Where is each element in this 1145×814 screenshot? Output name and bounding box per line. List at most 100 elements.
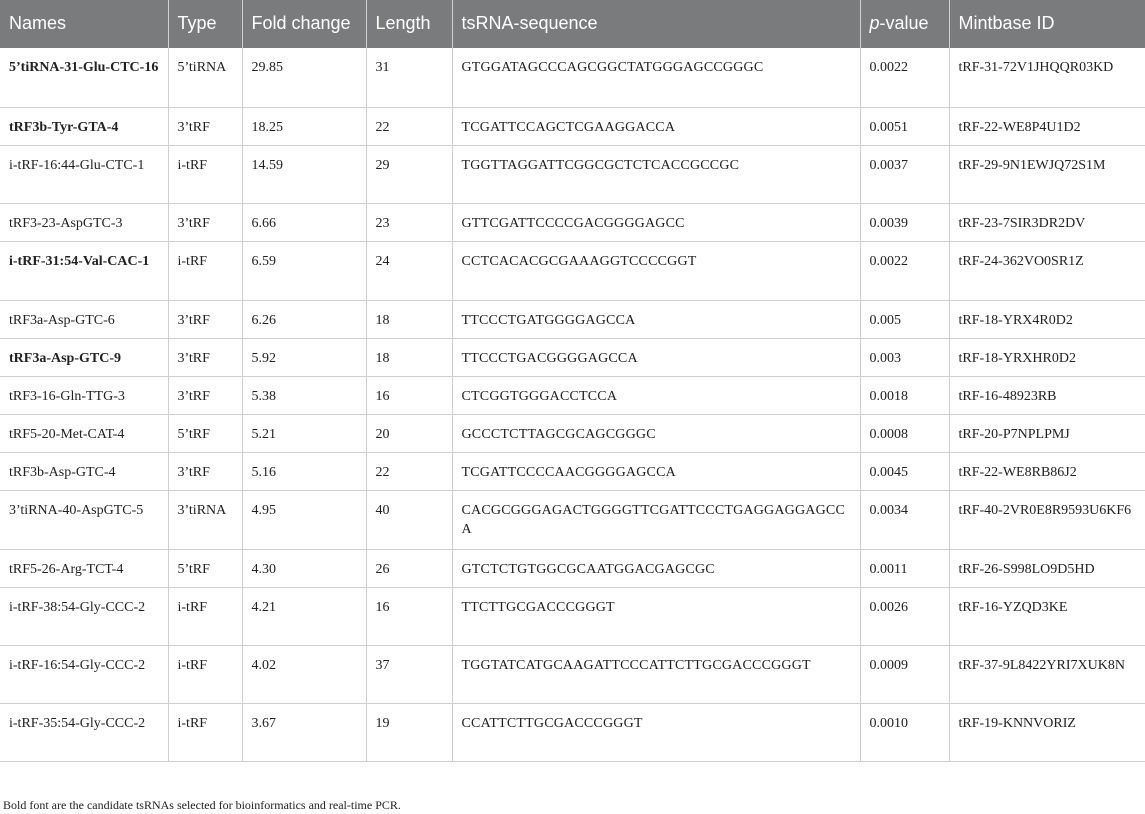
cell-p-value: 0.0018 xyxy=(860,376,950,415)
cell-length: 26 xyxy=(366,549,453,588)
cell-length: 16 xyxy=(366,376,453,415)
cell-type: 5’tiRNA xyxy=(168,48,243,108)
cell-fold-change: 4.30 xyxy=(242,549,367,588)
cell-p-value: 0.0010 xyxy=(860,703,950,762)
cell-p-value: 0.0034 xyxy=(860,490,950,550)
table-row: i-tRF-16:44-Glu-CTC-1 i-tRF 14.59 29 TGGTTAG… xyxy=(0,145,1145,204)
cell-fold-change: 4.95 xyxy=(242,490,367,550)
header-names: Names xyxy=(0,0,169,48)
header-p-value: p-value xyxy=(860,0,950,48)
cell-name: tRF3-23-AspGTC-3 xyxy=(0,203,169,242)
table-row: 3’tiRNA-40-AspGTC-5 3’tiRNA 4.95 40 CACGCGGG… xyxy=(0,490,1145,550)
cell-p-value: 0.003 xyxy=(860,338,950,377)
cell-length: 18 xyxy=(366,300,453,339)
cell-type: 3’tRF xyxy=(168,376,243,415)
cell-type: i-tRF xyxy=(168,145,243,204)
cell-fold-change: 14.59 xyxy=(242,145,367,204)
cell-name: tRF3b-Asp-GTC-4 xyxy=(0,452,169,491)
cell-sequence: TCGATTCCCCAACGGGGAGCCA xyxy=(452,452,861,491)
cell-length: 18 xyxy=(366,338,453,377)
table-row: tRF5-20-Met-CAT-4 5’tRF 5.21 20 GCCCTCTTAGCG… xyxy=(0,414,1145,453)
cell-fold-change: 5.21 xyxy=(242,414,367,453)
cell-name: 5’tiRNA-31-Glu-CTC-16 xyxy=(0,48,169,108)
header-fold-change: Fold change xyxy=(242,0,367,48)
cell-sequence: CCTCACACGCGAAAGGTCCCCGGT xyxy=(452,241,861,301)
table-row: tRF3a-Asp-GTC-9 3’tRF 5.92 18 TTCCCTGACGGGGA… xyxy=(0,338,1145,377)
cell-sequence: TGGTTAGGATTCGGCGCTCTCACCGCCGC xyxy=(452,145,861,204)
cell-p-value: 0.0045 xyxy=(860,452,950,491)
cell-sequence: TTCCCTGATGGGGAGCCA xyxy=(452,300,861,339)
table-row: tRF3a-Asp-GTC-6 3’tRF 6.26 18 TTCCCTGATGGGGA… xyxy=(0,300,1145,339)
cell-name: tRF3a-Asp-GTC-6 xyxy=(0,300,169,339)
table-row: tRF3b-Tyr-GTA-4 3’tRF 18.25 22 TCGATTCCAGCTC… xyxy=(0,107,1145,146)
table-row: i-tRF-16:54-Gly-CCC-2 i-tRF 4.02 37 TGGTATCA… xyxy=(0,645,1145,704)
cell-sequence: CCATTCTTGCGACCCGGGT xyxy=(452,703,861,762)
table-row: i-tRF-31:54-Val-CAC-1 i-tRF 6.59 24 CCTCACAC… xyxy=(0,241,1145,301)
tsrna-table: Names Type Fold change Length tsRNA-sequ… xyxy=(0,0,1145,762)
header-mintbase-id: Mintbase ID xyxy=(949,0,1145,48)
cell-name: tRF3a-Asp-GTC-9 xyxy=(0,338,169,377)
table-row: 5’tiRNA-31-Glu-CTC-16 5’tiRNA 29.85 31 GTGGA… xyxy=(0,48,1145,108)
cell-type: i-tRF xyxy=(168,645,243,704)
cell-fold-change: 6.59 xyxy=(242,241,367,301)
cell-name: tRF5-26-Arg-TCT-4 xyxy=(0,549,169,588)
cell-type: i-tRF xyxy=(168,241,243,301)
cell-name: tRF3b-Tyr-GTA-4 xyxy=(0,107,169,146)
cell-mintbase-id: tRF-40-2VR0E8R9593U6KF6 xyxy=(949,490,1145,550)
cell-length: 31 xyxy=(366,48,453,108)
cell-name: i-tRF-31:54-Val-CAC-1 xyxy=(0,241,169,301)
cell-name: i-tRF-16:54-Gly-CCC-2 xyxy=(0,645,169,704)
header-p-rest: -value xyxy=(879,13,929,33)
table-row: tRF3-16-Gln-TTG-3 3’tRF 5.38 16 CTCGGTGGGACC… xyxy=(0,376,1145,415)
cell-length: 24 xyxy=(366,241,453,301)
header-length: Length xyxy=(366,0,453,48)
cell-p-value: 0.0026 xyxy=(860,587,950,646)
cell-name: tRF5-20-Met-CAT-4 xyxy=(0,414,169,453)
cell-length: 29 xyxy=(366,145,453,204)
cell-p-value: 0.0039 xyxy=(860,203,950,242)
cell-mintbase-id: tRF-18-YRX4R0D2 xyxy=(949,300,1145,339)
cell-type: i-tRF xyxy=(168,587,243,646)
cell-type: 3’tRF xyxy=(168,203,243,242)
header-sequence: tsRNA-sequence xyxy=(452,0,861,48)
cell-length: 22 xyxy=(366,452,453,491)
cell-mintbase-id: tRF-22-WE8P4U1D2 xyxy=(949,107,1145,146)
cell-sequence: GTTCGATTCCCCGACGGGGAGCC xyxy=(452,203,861,242)
header-row: Names Type Fold change Length tsRNA-sequ… xyxy=(0,0,1145,48)
cell-fold-change: 5.16 xyxy=(242,452,367,491)
cell-mintbase-id: tRF-19-KNNVORIZ xyxy=(949,703,1145,762)
cell-p-value: 0.0008 xyxy=(860,414,950,453)
cell-fold-change: 3.67 xyxy=(242,703,367,762)
cell-type: 3’tRF xyxy=(168,338,243,377)
cell-type: 3’tRF xyxy=(168,107,243,146)
cell-p-value: 0.0022 xyxy=(860,48,950,108)
cell-mintbase-id: tRF-22-WE8RB86J2 xyxy=(949,452,1145,491)
cell-type: i-tRF xyxy=(168,703,243,762)
cell-length: 16 xyxy=(366,587,453,646)
cell-sequence: TGGTATCATGCAAGATTCCCATTCTTGCGACCCGGGT xyxy=(452,645,861,704)
header-type: Type xyxy=(168,0,243,48)
cell-mintbase-id: tRF-29-9N1EWJQ72S1M xyxy=(949,145,1145,204)
cell-type: 5’tRF xyxy=(168,414,243,453)
cell-mintbase-id: tRF-31-72V1JHQQR03KD xyxy=(949,48,1145,108)
cell-fold-change: 5.38 xyxy=(242,376,367,415)
cell-type: 5’tRF xyxy=(168,549,243,588)
table-row: i-tRF-35:54-Gly-CCC-2 i-tRF 3.67 19 CCATTCTT… xyxy=(0,703,1145,762)
cell-mintbase-id: tRF-20-P7NPLPMJ xyxy=(949,414,1145,453)
cell-mintbase-id: tRF-23-7SIR3DR2DV xyxy=(949,203,1145,242)
table-row: tRF3b-Asp-GTC-4 3’tRF 5.16 22 TCGATTCCCCAACG… xyxy=(0,452,1145,491)
cell-mintbase-id: tRF-24-362VO0SR1Z xyxy=(949,241,1145,301)
cell-length: 23 xyxy=(366,203,453,242)
cell-name: tRF3-16-Gln-TTG-3 xyxy=(0,376,169,415)
cell-sequence: GTGGATAGCCCAGCGGCTATGGGAGCCGGGC xyxy=(452,48,861,108)
cell-p-value: 0.0051 xyxy=(860,107,950,146)
cell-fold-change: 6.66 xyxy=(242,203,367,242)
cell-name: i-tRF-35:54-Gly-CCC-2 xyxy=(0,703,169,762)
cell-length: 22 xyxy=(366,107,453,146)
cell-fold-change: 6.26 xyxy=(242,300,367,339)
cell-fold-change: 5.92 xyxy=(242,338,367,377)
cell-fold-change: 29.85 xyxy=(242,48,367,108)
table-row: tRF3-23-AspGTC-3 3’tRF 6.66 23 GTTCGATTCCCCG… xyxy=(0,203,1145,242)
cell-type: 3’tRF xyxy=(168,300,243,339)
cell-length: 40 xyxy=(366,490,453,550)
